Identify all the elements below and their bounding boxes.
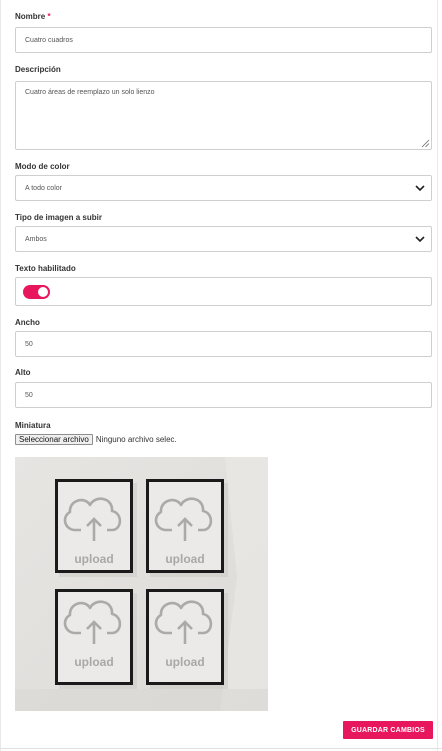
frame-bottom-left: upload xyxy=(55,589,137,689)
text-enabled-toggle[interactable] xyxy=(23,285,50,299)
width-input[interactable]: 50 xyxy=(15,331,432,357)
image-type-selected: Ambos xyxy=(25,235,47,243)
description-textarea[interactable]: Cuatro áreas de reemplazo un solo lienzo xyxy=(15,81,432,150)
name-input-value: Cuatro cuadros xyxy=(25,36,73,44)
file-status: Ninguno archivo selec. xyxy=(95,434,177,444)
upload-text: upload xyxy=(165,552,204,566)
color-mode-selected: A todo color xyxy=(25,184,62,192)
chevron-down-icon xyxy=(415,236,425,243)
required-mark: * xyxy=(47,12,51,21)
panel-border-right xyxy=(437,0,438,751)
thumbnail-preview: upload upload upload upload xyxy=(15,457,268,711)
panel-border-bottom xyxy=(0,748,442,749)
text-enabled-label: Texto habilitado xyxy=(15,264,76,273)
resize-grip-icon[interactable] xyxy=(421,139,430,148)
choose-file-button[interactable]: Seleccionar archivo xyxy=(15,433,93,445)
upload-text: upload xyxy=(74,655,113,669)
file-picker: Seleccionar archivo Ninguno archivo sele… xyxy=(15,433,177,445)
name-label: Nombre * xyxy=(15,12,51,21)
panel-border-left xyxy=(0,0,1,751)
thumbnail-label: Miniatura xyxy=(15,421,51,430)
color-mode-label: Modo de color xyxy=(15,162,70,171)
height-input[interactable]: 50 xyxy=(15,382,432,408)
image-type-label: Tipo de imagen a subir xyxy=(15,213,102,222)
upload-text: upload xyxy=(165,655,204,669)
text-enabled-field xyxy=(15,277,432,306)
chevron-down-icon xyxy=(415,185,425,192)
save-changes-button[interactable]: GUARDAR CAMBIOS xyxy=(343,721,433,739)
height-label: Alto xyxy=(15,368,31,377)
description-value: Cuatro áreas de reemplazo un solo lienzo xyxy=(25,89,155,96)
width-value: 50 xyxy=(25,340,33,348)
toggle-knob xyxy=(38,287,48,297)
height-value: 50 xyxy=(25,391,33,399)
frame-bottom-right: upload xyxy=(146,589,228,689)
frame-top-right: upload xyxy=(146,479,228,577)
name-input[interactable]: Cuatro cuadros xyxy=(15,27,432,53)
width-label: Ancho xyxy=(15,318,40,327)
color-mode-select[interactable]: A todo color xyxy=(15,175,432,201)
frame-top-left: upload xyxy=(55,479,137,577)
description-label: Descripción xyxy=(15,65,61,74)
upload-text: upload xyxy=(74,552,113,566)
image-type-select[interactable]: Ambos xyxy=(15,226,432,252)
